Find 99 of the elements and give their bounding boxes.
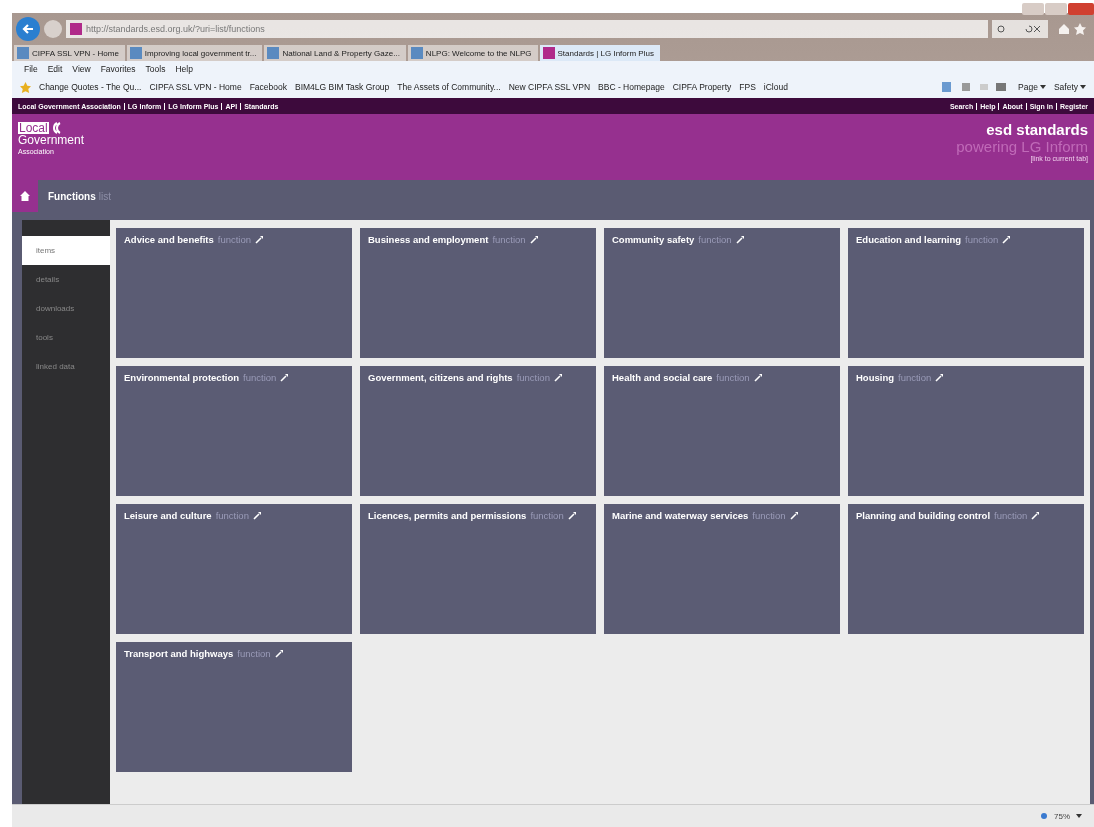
home-button[interactable] (12, 180, 38, 212)
tile-type: function (215, 510, 249, 521)
tile-title: Environmental protection (124, 372, 240, 383)
tile-type: function (698, 234, 732, 245)
edit-icon[interactable] (529, 236, 538, 244)
browser-tab[interactable]: National Land & Property Gaze... (264, 45, 406, 61)
function-tile[interactable]: Community safety function (604, 228, 840, 358)
function-tile[interactable]: Planning and building control function (848, 504, 1084, 634)
tile-type: function (994, 510, 1028, 521)
function-tile[interactable]: Transport and highways function (116, 642, 352, 772)
caret-icon[interactable] (1039, 85, 1046, 89)
favorite-link[interactable]: BIM4LG BIM Task Group (295, 82, 390, 92)
function-tile[interactable]: Marine and waterway services function (604, 504, 840, 634)
tile-title: Marine and waterway services (612, 510, 749, 521)
favorite-link[interactable]: The Assets of Community... (397, 82, 501, 92)
edit-icon[interactable] (280, 374, 289, 382)
tile-type: function (530, 510, 564, 521)
page-title: Functions (48, 190, 96, 202)
function-tile[interactable]: Advice and benefits function (116, 228, 352, 358)
address-tools-icon[interactable] (992, 20, 1048, 38)
menu-item[interactable]: Edit (47, 63, 63, 74)
edit-icon[interactable] (274, 650, 283, 658)
function-tile[interactable]: Government, citizens and rights function (360, 366, 596, 496)
sidebar-item[interactable]: items (22, 236, 110, 265)
tile-title: Advice and benefits (124, 234, 214, 245)
back-button[interactable] (16, 17, 40, 41)
tile-title: Housing (856, 372, 894, 383)
home-icon[interactable] (20, 191, 30, 201)
logo-mark-icon (50, 122, 61, 134)
favorite-link[interactable]: CIPFA SSL VPN - Home (149, 82, 242, 92)
favorite-link[interactable]: New CIPFA SSL VPN (508, 82, 591, 92)
tile-type: function (898, 372, 932, 383)
site-subtitle: powering LG Inform (956, 138, 1088, 155)
tile-title: Education and learning (856, 234, 962, 245)
tile-type: function (752, 510, 786, 521)
edit-icon[interactable] (567, 512, 576, 520)
menu-item[interactable]: Help (175, 63, 193, 74)
edit-icon[interactable] (735, 236, 744, 244)
edit-icon[interactable] (553, 374, 562, 382)
address-bar[interactable]: http://standards.esd.org.uk/?uri=list/functions (66, 20, 988, 38)
edit-icon[interactable] (753, 374, 762, 382)
menu-item[interactable]: Favorites (100, 63, 136, 74)
tile-title: Business and employment (368, 234, 489, 245)
favorite-link[interactable]: BBC - Homepage (598, 82, 665, 92)
tile-title: Licences, permits and permissions (368, 510, 527, 521)
function-tile[interactable]: Health and social care function (604, 366, 840, 496)
edit-icon[interactable] (789, 512, 798, 520)
favorite-link[interactable]: Facebook (249, 82, 287, 92)
tile-type: function (243, 372, 277, 383)
browser-tab[interactable]: Improving local government tr... (126, 45, 263, 61)
favorite-link[interactable]: Change Quotes - The Qu... (39, 82, 142, 92)
zoom-icon[interactable] (1040, 812, 1048, 820)
edit-icon[interactable] (255, 236, 264, 244)
command-menu[interactable]: Safety (1053, 82, 1078, 92)
browser-tab[interactable]: NLPG: Welcome to the NLPG (407, 45, 538, 61)
edit-icon[interactable] (1031, 512, 1040, 520)
tile-title: Transport and highways (124, 648, 234, 659)
menu-item[interactable]: Tools (145, 63, 166, 74)
tile-type: function (217, 234, 252, 245)
site-title: esd standards (985, 122, 1088, 139)
tile-title: Government, citizens and rights (368, 372, 513, 383)
tile-type: function (492, 234, 526, 245)
favorites-star-icon[interactable] (20, 81, 31, 93)
edit-icon[interactable] (252, 512, 261, 520)
function-tile[interactable]: Environmental protection function (116, 366, 352, 496)
favorite-link[interactable]: iCloud (763, 82, 788, 92)
logo-text: Local (18, 122, 49, 134)
tile-title: Community safety (612, 234, 695, 245)
sidebar-item[interactable]: tools (22, 323, 110, 352)
tile-title: Health and social care (612, 372, 713, 383)
browser-tab[interactable]: Standards | LG Inform Plus (539, 45, 660, 61)
favorite-link[interactable]: FPS (739, 82, 756, 92)
edit-icon[interactable] (1002, 236, 1011, 244)
function-tile[interactable]: Housing function (848, 366, 1084, 496)
logo-text: Government (18, 134, 85, 146)
function-tile[interactable]: Leisure and culture function (116, 504, 352, 634)
star-icon[interactable] (1074, 23, 1086, 35)
caret-icon[interactable] (1080, 85, 1086, 89)
menu-item[interactable]: View (72, 63, 91, 74)
zoom-level[interactable]: 75% (1054, 811, 1070, 821)
edit-icon[interactable] (935, 374, 944, 382)
function-tile[interactable]: Education and learning function (848, 228, 1084, 358)
tile-type: function (716, 372, 750, 383)
menu-item[interactable]: File (24, 63, 38, 74)
back-arrow-icon[interactable] (21, 22, 35, 36)
sidebar-item[interactable]: linked data (22, 352, 110, 381)
sidebar-item[interactable]: downloads (22, 294, 110, 323)
caret-icon[interactable] (1076, 814, 1082, 818)
function-tile[interactable]: Business and employment function (360, 228, 596, 358)
sidebar-item[interactable]: details (22, 265, 110, 294)
function-tile[interactable]: Licences, permits and permissions function (360, 504, 596, 634)
tile-title: Leisure and culture (124, 510, 212, 521)
tile-type: function (516, 372, 550, 383)
browser-tab[interactable]: CIPFA SSL VPN - Home (14, 45, 125, 61)
tile-type: function (237, 648, 271, 659)
tile-title: Planning and building control (856, 510, 991, 521)
command-menu[interactable]: Page (1018, 82, 1038, 92)
favorite-link[interactable]: CIPFA Property (672, 82, 732, 92)
tile-type: function (965, 234, 999, 245)
